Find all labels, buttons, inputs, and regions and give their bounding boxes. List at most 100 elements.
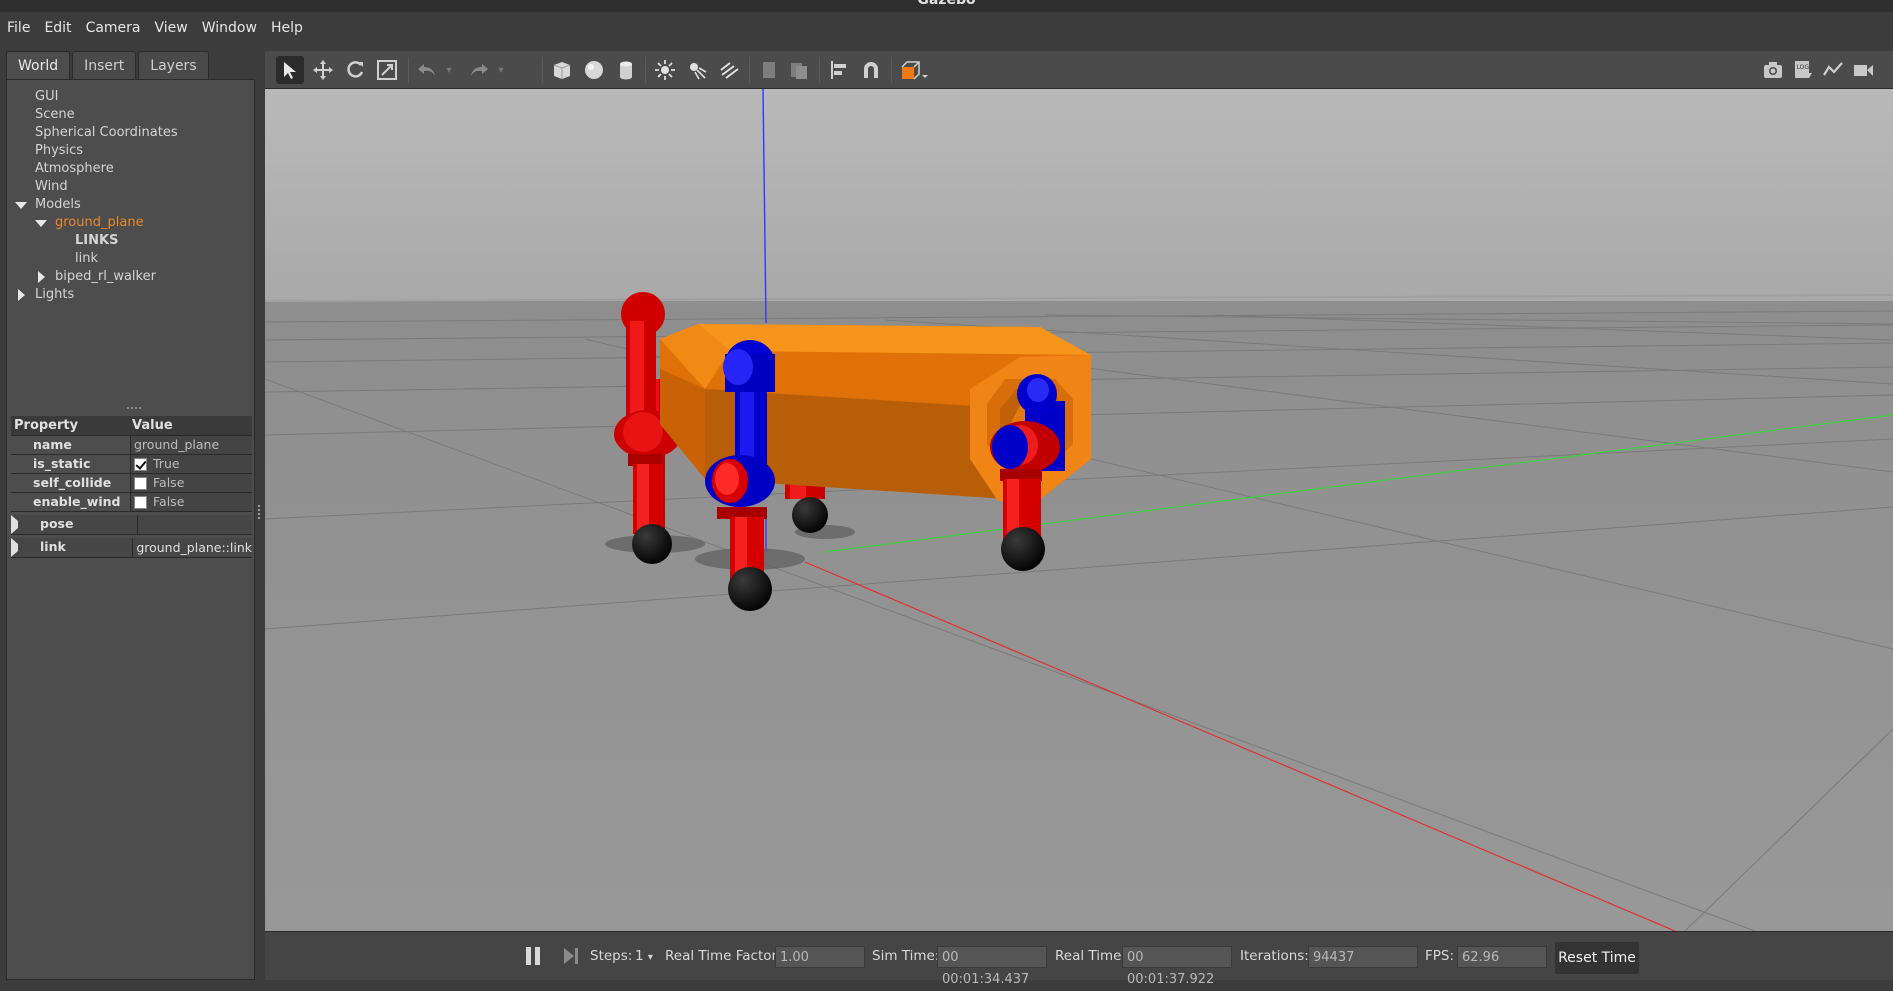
- redo-icon: [471, 64, 488, 76]
- point-light-button[interactable]: [651, 56, 679, 84]
- undo-history-dropdown[interactable]: ▾: [441, 56, 457, 84]
- property-value: False: [153, 475, 185, 490]
- step-button[interactable]: [562, 932, 580, 981]
- real-time-field: 00 00:01:37.922: [1122, 946, 1232, 987]
- menu-window[interactable]: Window: [195, 20, 264, 36]
- redo-history-dropdown[interactable]: ▾: [493, 56, 509, 84]
- menu-file[interactable]: File: [0, 20, 37, 36]
- tab-insert[interactable]: Insert: [72, 51, 137, 79]
- self-collide-value: False: [130, 474, 252, 492]
- paste-button[interactable]: [785, 56, 813, 84]
- box-icon: [553, 62, 571, 79]
- sphere-icon: [585, 61, 603, 79]
- expand-right-icon[interactable]: [11, 538, 18, 557]
- expand-right-icon[interactable]: [18, 289, 25, 301]
- chevron-down-icon: ▾: [647, 952, 653, 963]
- align-icon: [831, 61, 846, 79]
- tree-item-label: Wind: [35, 179, 68, 194]
- point-light-icon: [655, 60, 675, 80]
- window-title: Gazebo: [917, 0, 976, 8]
- scale-icon: [377, 60, 397, 80]
- menu-camera[interactable]: Camera: [79, 20, 148, 36]
- is-static-checkbox[interactable]: [134, 457, 147, 471]
- real-time-label: Real Time:: [1055, 948, 1126, 964]
- rotate-mode-button[interactable]: [341, 56, 369, 84]
- directional-light-button[interactable]: [715, 56, 743, 84]
- tree-item-wind[interactable]: Wind: [11, 178, 251, 196]
- directional-light-icon: [720, 62, 739, 79]
- tree-item-models[interactable]: Models: [11, 196, 251, 214]
- tree-item-biped-rl-walker[interactable]: biped_rl_walker: [11, 268, 251, 286]
- expand-right-icon[interactable]: [38, 271, 45, 283]
- expand-right-icon[interactable]: [11, 515, 18, 534]
- enable-wind-checkbox[interactable]: [134, 495, 147, 509]
- tree-item-ground-plane[interactable]: ground_plane: [11, 214, 251, 232]
- steps-value: 1: [635, 948, 644, 964]
- tree-item-link[interactable]: link: [11, 250, 251, 268]
- menu-bar: File Edit Camera View Window Help: [0, 12, 1893, 44]
- tree-item-scene[interactable]: Scene: [11, 106, 251, 124]
- panel-splitter-handle[interactable]: [127, 407, 141, 410]
- tab-world[interactable]: World: [6, 51, 71, 79]
- view-angle-button[interactable]: [897, 56, 933, 84]
- tree-item-label: GUI: [35, 89, 59, 104]
- screenshot-button[interactable]: [1759, 56, 1787, 84]
- property-group-pose[interactable]: pose: [11, 515, 252, 535]
- redo-button[interactable]: [465, 56, 493, 84]
- property-label: name: [33, 437, 72, 452]
- tree-item-lights[interactable]: Lights: [11, 286, 251, 304]
- tree-item-physics[interactable]: Physics: [11, 142, 251, 160]
- translate-icon: [313, 60, 333, 80]
- undo-button[interactable]: [413, 56, 441, 84]
- property-table-header: Property Value: [11, 416, 252, 436]
- property-value: False: [153, 494, 185, 509]
- property-label: self_collide: [33, 475, 112, 490]
- rtf-field: 1.00: [775, 946, 865, 968]
- chevron-down-icon: ▾: [498, 64, 504, 76]
- paste-icon: [791, 63, 807, 79]
- 3d-viewport[interactable]: [265, 89, 1893, 931]
- scale-mode-button[interactable]: [373, 56, 401, 84]
- copy-button[interactable]: [755, 56, 783, 84]
- menu-edit[interactable]: Edit: [37, 20, 78, 36]
- tree-item-spherical-coordinates[interactable]: Spherical Coordinates: [11, 124, 251, 142]
- spot-light-button[interactable]: [683, 56, 711, 84]
- expand-down-icon[interactable]: [35, 220, 47, 227]
- select-mode-button[interactable]: [276, 56, 304, 84]
- pause-button[interactable]: [523, 932, 543, 981]
- property-value: ground_plane: [134, 437, 220, 452]
- cylinder-shape-button[interactable]: [612, 56, 640, 84]
- sky: [265, 89, 1893, 301]
- property-group-link[interactable]: link ground_plane::link: [11, 538, 252, 558]
- left-panel-splitter[interactable]: [258, 505, 261, 519]
- steps-label: Steps:: [590, 948, 633, 964]
- name-value-field[interactable]: ground_plane: [130, 436, 252, 454]
- tab-layers[interactable]: Layers: [138, 51, 209, 79]
- plot-button[interactable]: [1819, 56, 1847, 84]
- snap-button[interactable]: [857, 56, 885, 84]
- log-button[interactable]: LOG: [1789, 56, 1817, 84]
- property-label: pose: [40, 516, 74, 531]
- menu-view[interactable]: View: [148, 20, 195, 36]
- step-forward-icon: [564, 948, 578, 964]
- translate-mode-button[interactable]: [309, 56, 337, 84]
- fps-label: FPS:: [1425, 948, 1455, 964]
- scene-render: [265, 89, 1893, 931]
- box-shape-button[interactable]: [548, 56, 576, 84]
- rtf-label: Real Time Factor:: [665, 948, 782, 964]
- reset-time-button[interactable]: Reset Time: [1555, 942, 1639, 974]
- sphere-shape-button[interactable]: [580, 56, 608, 84]
- video-record-button[interactable]: [1849, 56, 1877, 84]
- property-row-name: name ground_plane: [11, 436, 252, 455]
- panel-tabs: World Insert Layers: [6, 51, 211, 79]
- spot-light-icon: [690, 63, 707, 80]
- tree-item-gui[interactable]: GUI: [11, 88, 251, 106]
- align-button[interactable]: [825, 56, 853, 84]
- self-collide-checkbox[interactable]: [134, 476, 147, 490]
- menu-help[interactable]: Help: [264, 20, 310, 36]
- fps-field: 62.96: [1457, 946, 1547, 968]
- expand-down-icon[interactable]: [15, 202, 27, 209]
- tree-item-atmosphere[interactable]: Atmosphere: [11, 160, 251, 178]
- simulation-status-bar: Steps: 1 ▾ Real Time Factor: 1.00 Sim Ti…: [265, 931, 1893, 987]
- steps-spinbox[interactable]: 1 ▾: [635, 932, 653, 981]
